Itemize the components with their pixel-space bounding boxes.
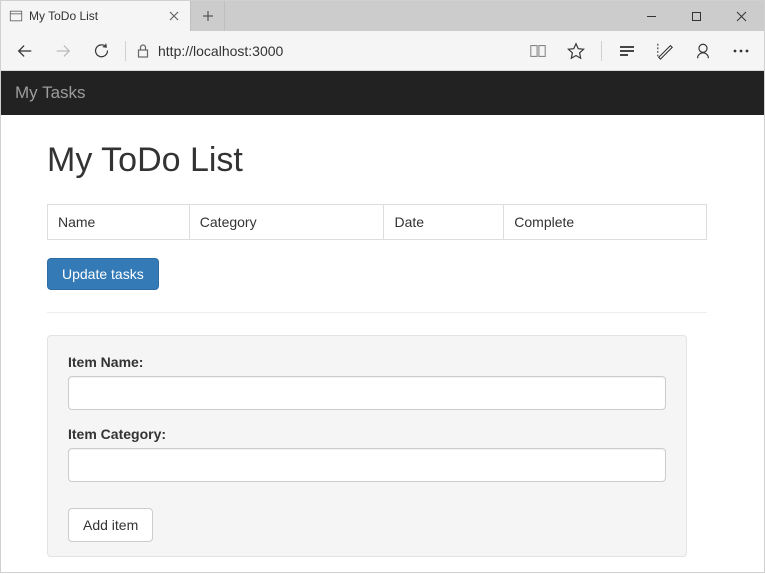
lock-icon: [136, 43, 150, 59]
tab-title: My ToDo List: [29, 9, 160, 23]
column-header-complete: Complete: [504, 205, 707, 240]
share-button[interactable]: [686, 35, 720, 67]
share-icon: [694, 42, 712, 60]
toolbar-right: [521, 35, 758, 67]
dots-icon: [732, 48, 750, 54]
browser-toolbar: [1, 31, 764, 71]
url-input[interactable]: [158, 43, 515, 59]
add-item-form: Item Name: Item Category: Add item: [47, 335, 687, 557]
window-minimize-button[interactable]: [629, 1, 674, 31]
page-viewport: My Tasks My ToDo List Name Category Date…: [1, 71, 764, 574]
app-brand-link[interactable]: My Tasks: [15, 83, 86, 102]
hub-icon: [618, 44, 636, 58]
tab-close-button[interactable]: [166, 8, 182, 24]
tasks-table: Name Category Date Complete: [47, 204, 707, 240]
nav-back-button[interactable]: [7, 35, 43, 67]
hub-button[interactable]: [610, 35, 644, 67]
form-group-item-name: Item Name:: [68, 354, 666, 410]
book-icon: [529, 43, 547, 59]
update-tasks-button[interactable]: Update tasks: [47, 258, 159, 290]
star-icon: [567, 42, 585, 60]
toolbar-divider: [125, 41, 126, 61]
window-maximize-button[interactable]: [674, 1, 719, 31]
arrow-left-icon: [16, 42, 34, 60]
app-navbar: My Tasks: [1, 71, 764, 115]
nav-forward-button[interactable]: [45, 35, 81, 67]
item-name-input[interactable]: [68, 376, 666, 410]
browser-tab[interactable]: My ToDo List: [1, 1, 191, 31]
close-icon: [169, 11, 179, 21]
column-header-name: Name: [48, 205, 190, 240]
notes-button[interactable]: [648, 35, 682, 67]
close-icon: [736, 11, 747, 22]
window-controls: [629, 1, 764, 31]
address-bar: [132, 43, 519, 59]
refresh-icon: [93, 42, 110, 59]
section-divider: [47, 312, 707, 313]
main-container: My ToDo List Name Category Date Complete…: [1, 115, 764, 574]
minimize-icon: [646, 11, 657, 22]
arrow-right-icon: [54, 42, 72, 60]
form-group-item-category: Item Category:: [68, 426, 666, 482]
window-close-button[interactable]: [719, 1, 764, 31]
item-category-input[interactable]: [68, 448, 666, 482]
column-header-category: Category: [189, 205, 384, 240]
reading-view-button[interactable]: [521, 35, 555, 67]
maximize-icon: [691, 11, 702, 22]
table-header-row: Name Category Date Complete: [48, 205, 707, 240]
nav-refresh-button[interactable]: [83, 35, 119, 67]
more-button[interactable]: [724, 35, 758, 67]
pen-ruler-icon: [656, 42, 674, 60]
add-item-button[interactable]: Add item: [68, 508, 153, 542]
toolbar-divider: [601, 41, 602, 61]
page-title: My ToDo List: [47, 141, 718, 180]
item-name-label: Item Name:: [68, 354, 666, 370]
favorites-button[interactable]: [559, 35, 593, 67]
tab-bar: My ToDo List: [1, 1, 764, 31]
page-icon: [9, 9, 23, 23]
item-category-label: Item Category:: [68, 426, 666, 442]
plus-icon: [202, 10, 214, 22]
column-header-date: Date: [384, 205, 504, 240]
new-tab-button[interactable]: [191, 1, 225, 31]
browser-chrome: My ToDo List: [1, 1, 764, 71]
